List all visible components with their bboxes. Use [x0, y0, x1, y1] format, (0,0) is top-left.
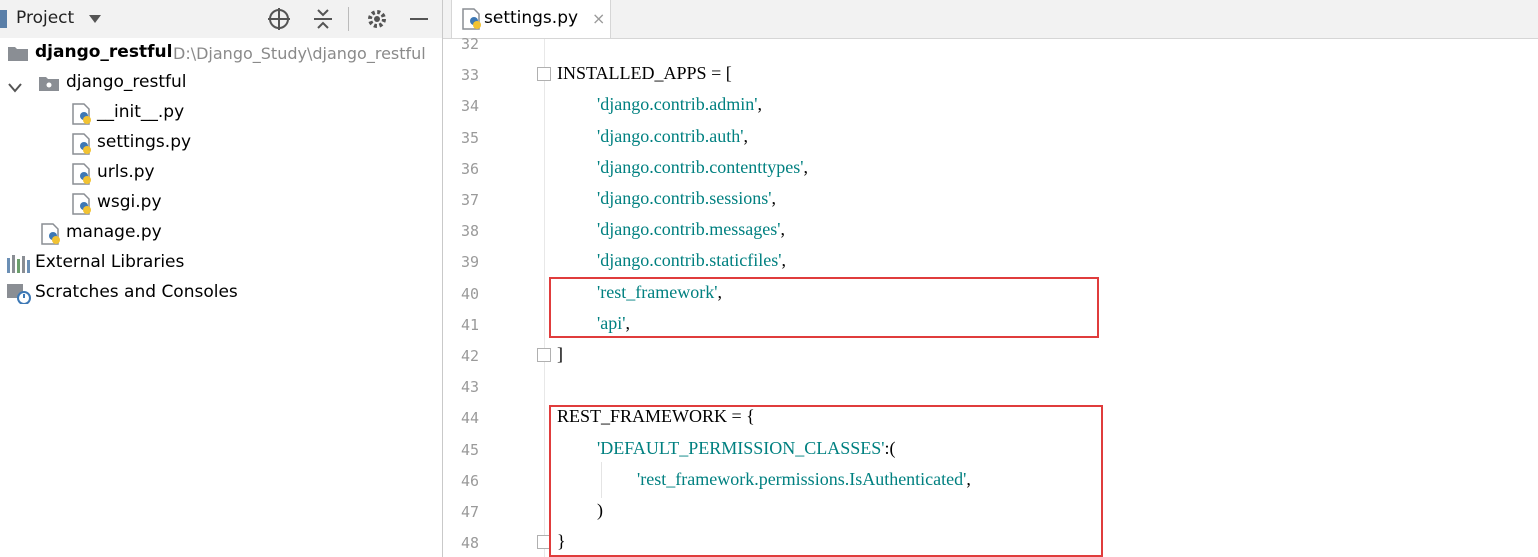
close-icon[interactable]: ×: [592, 9, 605, 28]
tree-item-label: Scratches and Consoles: [35, 282, 238, 302]
tree-item-init-py[interactable]: __init__.py: [0, 98, 442, 128]
project-view-icon: [0, 10, 7, 28]
python-file-icon: [41, 223, 61, 249]
string-literal: 'django.contrib.admin': [597, 94, 758, 115]
code-punctuation: ,: [781, 250, 786, 271]
highlight-box: [549, 405, 1103, 557]
python-file-icon: [72, 103, 92, 129]
python-file-icon: [72, 133, 92, 159]
gear-icon[interactable]: [364, 6, 390, 32]
code-line[interactable]: 'django.contrib.sessions',: [597, 188, 776, 209]
collapse-all-icon[interactable]: [310, 6, 336, 32]
line-number: 39: [460, 253, 479, 272]
line-number: 33: [460, 66, 479, 85]
code-punctuation: ,: [771, 188, 776, 208]
string-literal: 'django.contrib.auth': [597, 125, 744, 146]
tree-item-project-root[interactable]: django_restful D:\Django_Study\django_re…: [0, 38, 442, 68]
line-number: 43: [460, 378, 479, 397]
project-panel-header: Project: [0, 0, 442, 38]
minimize-icon[interactable]: [406, 6, 432, 32]
python-file-icon: [72, 193, 92, 219]
crosshair-icon[interactable]: [266, 6, 292, 32]
tab-settings-py[interactable]: settings.py ×: [451, 0, 611, 38]
tree-item-manage-py[interactable]: manage.py: [0, 218, 442, 248]
tree-item-label: manage.py: [66, 222, 162, 242]
chevron-down-icon[interactable]: [8, 78, 22, 97]
code-line[interactable]: ]: [557, 344, 563, 365]
code-line[interactable]: INSTALLED_APPS = [: [557, 63, 732, 84]
tree-item-label: wsgi.py: [97, 192, 162, 212]
highlight-box: [549, 277, 1099, 338]
line-number: 44: [460, 409, 479, 428]
code-line[interactable]: 'django.contrib.admin',: [597, 94, 762, 115]
code-line[interactable]: 'django.contrib.messages',: [597, 219, 785, 240]
line-number: 36: [460, 159, 479, 178]
editor-tab-bar: settings.py ×: [443, 0, 1538, 39]
tree-item-label: settings.py: [97, 132, 192, 152]
tree-item-django-restful[interactable]: django_restful: [0, 68, 442, 98]
line-number: 38: [460, 222, 479, 241]
fold-marker-icon[interactable]: [537, 67, 551, 81]
line-number: 42: [460, 347, 479, 365]
string-literal: 'django.contrib.contenttypes': [597, 156, 804, 177]
tree-item-urls-py[interactable]: urls.py: [0, 158, 442, 188]
tab-label: settings.py: [484, 8, 579, 28]
line-number: 47: [460, 503, 479, 521]
line-number: 32: [460, 35, 479, 53]
code-line[interactable]: 'django.contrib.contenttypes',: [597, 157, 808, 178]
code-line[interactable]: 'django.contrib.auth',: [597, 126, 748, 147]
folder-icon: [8, 45, 28, 65]
code-punctuation: ,: [803, 156, 808, 177]
string-literal: 'django.contrib.staticfiles': [597, 250, 782, 271]
line-number: 41: [460, 315, 479, 334]
line-number: 48: [460, 534, 479, 553]
code-punctuation: ,: [780, 219, 785, 240]
string-literal: 'django.contrib.messages': [597, 219, 781, 240]
tree-item-label: __init__.py: [97, 102, 185, 122]
string-literal: 'django.contrib.sessions': [597, 188, 772, 208]
tree-item-external-libraries[interactable]: External Libraries: [0, 248, 442, 278]
line-number: 35: [460, 128, 479, 147]
code-editor: settings.py × 32 33 INSTALLED_APPS = [ 34 'd…: [443, 0, 1538, 557]
tree-item-settings-py[interactable]: settings.py: [0, 128, 442, 158]
tree-item-scratches[interactable]: Scratches and Consoles: [0, 278, 442, 308]
code-punctuation: ,: [743, 125, 748, 146]
line-number: 45: [460, 440, 479, 459]
tree-item-label: django_restful: [35, 42, 173, 62]
code-punctuation: ,: [757, 94, 762, 115]
toolbar-divider: [348, 7, 349, 31]
fold-gutter-divider: [544, 39, 545, 557]
tree-item-label: urls.py: [97, 162, 155, 182]
chevron-down-icon[interactable]: [88, 11, 102, 30]
tree-item-label: django_restful: [66, 72, 187, 92]
project-panel: Project django_restful D:\Django_Study\d…: [0, 0, 443, 557]
scratches-icon: [7, 284, 31, 308]
line-number: 46: [460, 471, 479, 490]
python-file-icon: [462, 8, 482, 34]
libraries-icon: [7, 255, 31, 277]
tree-item-label: External Libraries: [35, 252, 185, 272]
fold-marker-icon[interactable]: [537, 348, 551, 362]
line-number: 40: [460, 284, 479, 303]
line-number: 34: [460, 97, 479, 116]
line-number: 37: [460, 191, 479, 209]
python-file-icon: [72, 163, 92, 189]
code-line[interactable]: 'django.contrib.staticfiles',: [597, 250, 786, 271]
tree-item-wsgi-py[interactable]: wsgi.py: [0, 188, 442, 218]
project-view-selector[interactable]: Project: [16, 8, 74, 28]
project-path: D:\Django_Study\django_restful: [173, 44, 426, 63]
package-folder-icon: [39, 75, 59, 95]
